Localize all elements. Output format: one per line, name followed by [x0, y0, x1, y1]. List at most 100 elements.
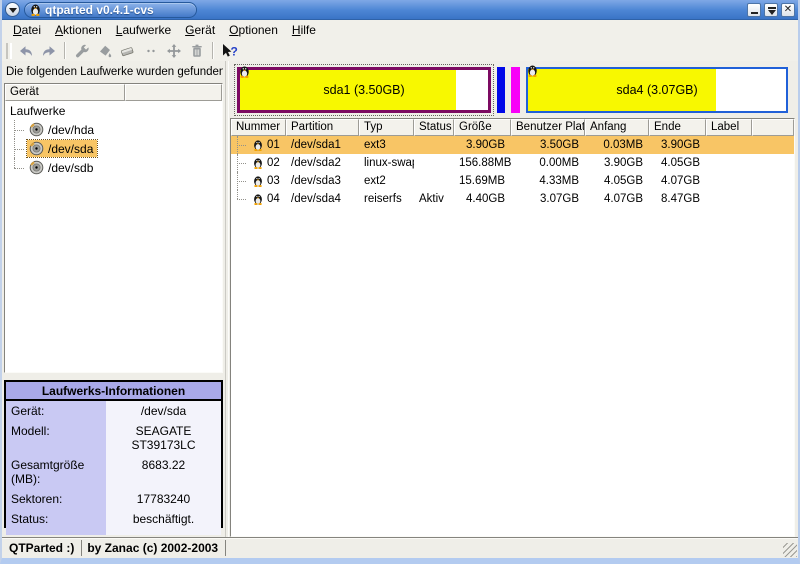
move-button[interactable]	[162, 41, 185, 61]
col-typ[interactable]: Typ	[359, 119, 414, 136]
cell-partition: /dev/sda4	[286, 190, 359, 208]
tree-item-dev-sdb[interactable]: /dev/sdb	[5, 158, 222, 177]
wrench-button[interactable]	[70, 41, 93, 61]
cell-anfang: 3.90GB	[585, 154, 649, 172]
col-ende[interactable]: Ende	[649, 119, 706, 136]
wrench-icon	[74, 43, 90, 59]
table-header-filler	[752, 119, 794, 136]
title-capsule: qtparted v0.4.1-cvs	[24, 2, 197, 18]
redo-button[interactable]	[37, 41, 60, 61]
menu-optionen[interactable]: Optionen	[222, 21, 285, 39]
undo-icon	[18, 43, 34, 59]
table-row-sda2[interactable]: 02 /dev/sda2 linux-swap 156.88MB 0.00MB …	[231, 154, 794, 172]
partition-block-sda4[interactable]: sda4 (3.07GB)	[526, 67, 788, 113]
statusbar-credit: by Zanac (c) 2002-2003	[84, 540, 226, 556]
undo-button[interactable]	[14, 41, 37, 61]
tree-item-dev-hda[interactable]: /dev/hda	[5, 120, 222, 139]
device-header-filler	[125, 84, 222, 101]
cell-status: Aktiv	[414, 190, 454, 208]
partition-block-sda2[interactable]	[497, 67, 505, 113]
info-value-status: beschäftigt.	[106, 509, 221, 529]
window-buttons: ✕	[747, 3, 795, 17]
statusbar: QTParted :) by Zanac (c) 2002-2003	[2, 537, 798, 558]
partition-block-sda3[interactable]	[511, 67, 520, 113]
whats-this-icon: ?	[221, 43, 239, 59]
svg-text:?: ?	[230, 44, 237, 58]
resize-button[interactable]	[139, 41, 162, 61]
whats-this-button[interactable]: ?	[218, 41, 241, 61]
cell-nummer: 04	[267, 190, 280, 208]
drive-info-grid: Gerät: /dev/sda Modell: SEAGATE ST39173L…	[6, 401, 221, 535]
cell-typ: linux-swap	[359, 154, 414, 172]
cell-ende: 4.05GB	[649, 154, 706, 172]
device-tree: Gerät Laufwerke /dev/hda /dev/sda	[4, 83, 223, 373]
cell-anfang: 4.05GB	[585, 172, 649, 190]
menu-hilfe[interactable]: Hilfe	[285, 21, 323, 39]
right-panel: sda1 (3.50GB) sda4 (3.07GB) Nummer Parti…	[230, 61, 798, 537]
partition-block-sda1[interactable]: sda1 (3.50GB)	[237, 67, 491, 113]
cell-groesse: 156.88MB	[454, 154, 511, 172]
col-groesse[interactable]: Größe	[454, 119, 511, 136]
tux-penguin-icon	[253, 193, 263, 205]
window-menu-button[interactable]	[5, 2, 20, 17]
device-tree-body: Laufwerke /dev/hda /dev/sda /de	[5, 101, 222, 372]
left-panel: Die folgenden Laufwerke wurden gefunden:…	[2, 61, 223, 537]
table-row-sda1[interactable]: 01 /dev/sda1 ext3 3.90GB 3.50GB 0.03MB 3…	[231, 136, 794, 154]
resize-grip[interactable]	[783, 543, 797, 557]
partition-chart: sda1 (3.50GB) sda4 (3.07GB)	[230, 61, 795, 118]
cell-groesse: 3.90GB	[454, 136, 511, 154]
menu-datei[interactable]: Datei	[6, 21, 48, 39]
device-label: /dev/sdb	[48, 161, 93, 175]
harddisk-icon	[29, 160, 44, 175]
info-filler	[106, 529, 221, 535]
menu-geraet[interactable]: Gerät	[178, 21, 222, 39]
cell-partition: /dev/sda2	[286, 154, 359, 172]
minimize-button[interactable]	[747, 3, 761, 17]
col-label[interactable]: Label	[706, 119, 752, 136]
maximize-icon	[768, 7, 776, 9]
redo-icon	[41, 43, 57, 59]
app-penguin-icon	[30, 3, 41, 16]
tux-penguin-icon	[253, 157, 263, 169]
partition-table-header: Nummer Partition Typ Status Größe Benutz…	[231, 119, 794, 136]
maximize-button[interactable]	[764, 3, 778, 17]
col-nummer[interactable]: Nummer	[231, 119, 286, 136]
info-label-geraet: Gerät:	[6, 401, 106, 421]
col-benutzer-platz[interactable]: Benutzer Platz	[511, 119, 585, 136]
tree-root-laufwerke[interactable]: Laufwerke	[5, 102, 222, 120]
menu-aktionen[interactable]: Aktionen	[48, 21, 109, 39]
close-button[interactable]: ✕	[781, 3, 795, 17]
device-label: /dev/hda	[48, 123, 94, 137]
info-value-modell: SEAGATE ST39173LC	[106, 421, 221, 455]
tree-item-dev-sda[interactable]: /dev/sda	[5, 139, 222, 158]
cell-typ: ext3	[359, 136, 414, 154]
col-partition[interactable]: Partition	[286, 119, 359, 136]
table-row-sda4[interactable]: 04 /dev/sda4 reiserfs Aktiv 4.40GB 3.07G…	[231, 190, 794, 208]
eraser-button[interactable]	[116, 41, 139, 61]
toolbar-handle[interactable]	[6, 43, 12, 59]
partition-chart-label: sda4 (3.07GB)	[528, 69, 786, 111]
tree-branch	[14, 120, 27, 139]
menubar: Datei Aktionen Laufwerke Gerät Optionen …	[2, 20, 798, 40]
col-anfang[interactable]: Anfang	[585, 119, 649, 136]
trash-button[interactable]	[185, 41, 208, 61]
table-row-sda3[interactable]: 03 /dev/sda3 ext2 15.69MB 4.33MB 4.05GB …	[231, 172, 794, 190]
tux-penguin-icon	[253, 139, 263, 151]
col-status[interactable]: Status	[414, 119, 454, 136]
device-column-header[interactable]: Gerät	[5, 84, 125, 101]
menu-laufwerke[interactable]: Laufwerke	[109, 21, 178, 39]
info-label-status: Status:	[6, 509, 106, 529]
cell-ende: 3.90GB	[649, 136, 706, 154]
tree-branch	[237, 172, 249, 190]
format-button[interactable]	[93, 41, 116, 61]
device-label: /dev/sda	[48, 142, 93, 156]
panel-splitter[interactable]	[223, 61, 230, 537]
cell-benutzer-platz: 3.07GB	[511, 190, 585, 208]
toolbar-separator	[64, 42, 66, 59]
harddisk-icon	[29, 122, 44, 137]
titlebar[interactable]: qtparted v0.4.1-cvs ✕	[2, 0, 798, 20]
cell-partition: /dev/sda1	[286, 136, 359, 154]
cell-typ: ext2	[359, 172, 414, 190]
format-icon	[97, 43, 113, 59]
info-filler	[6, 529, 106, 535]
